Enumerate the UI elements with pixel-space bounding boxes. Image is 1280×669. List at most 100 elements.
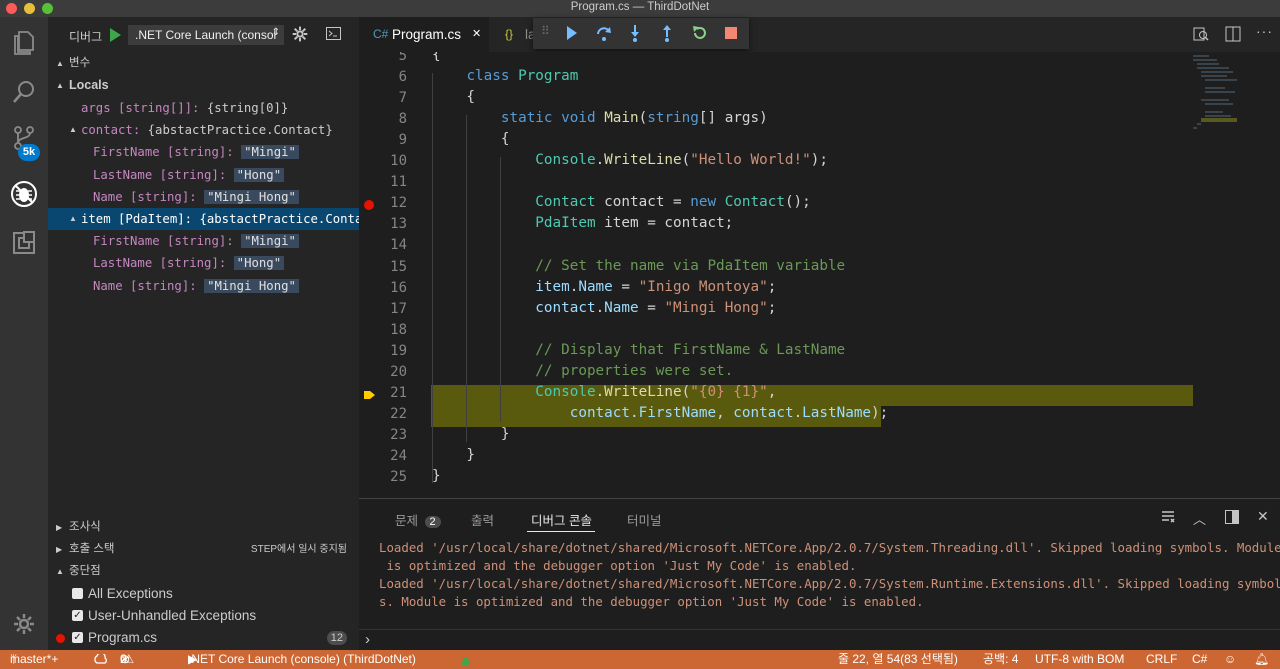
locals-scope-label: Locals bbox=[69, 78, 109, 92]
line-number: 13 bbox=[390, 216, 407, 233]
watch-section-header[interactable]: ▶ 조사식 bbox=[48, 517, 359, 538]
collapsed-caret-icon: ▶ bbox=[56, 523, 63, 532]
variable-value: {string[0]} bbox=[206, 101, 289, 115]
minimap[interactable] bbox=[1189, 52, 1249, 142]
variable-row[interactable]: args [string[]]: {string[0]} bbox=[48, 97, 359, 119]
tab-output[interactable]: 출력 bbox=[471, 510, 494, 529]
breakpoint-row[interactable]: ✓ Program.cs 12 bbox=[48, 627, 359, 649]
eol-status[interactable]: CRLF bbox=[1146, 650, 1177, 669]
line-number: 14 bbox=[390, 237, 407, 254]
close-panel-icon[interactable]: ✕ bbox=[1257, 508, 1269, 525]
stop-icon[interactable] bbox=[725, 27, 737, 42]
indentation-status[interactable]: 공백: 4 bbox=[983, 650, 1018, 669]
callstack-section-header[interactable]: ▶ 호출 스택 STEP에서 일시 중지됨 bbox=[48, 539, 359, 560]
open-changes-icon[interactable] bbox=[1193, 26, 1209, 45]
drag-handle-icon[interactable]: ⠿ bbox=[541, 24, 550, 38]
console-input-row[interactable]: › bbox=[359, 629, 1280, 651]
code-line: // Display that FirstName & LastName bbox=[535, 341, 846, 358]
tab-program-cs[interactable]: C# Program.cs ✕ bbox=[359, 17, 489, 52]
breakpoint-line-badge: 12 bbox=[326, 631, 347, 646]
breakpoint-row[interactable]: All Exceptions bbox=[48, 583, 359, 605]
tab-problems[interactable]: 문제 2 bbox=[395, 510, 441, 529]
variables-section-header[interactable]: ▲ 변수 bbox=[48, 53, 359, 74]
expanded-caret-icon[interactable]: ▲ bbox=[69, 119, 77, 141]
step-over-icon[interactable] bbox=[595, 24, 613, 45]
code-line: PdaItem item = contact; bbox=[535, 215, 734, 232]
active-tab-underline bbox=[527, 531, 595, 532]
variable-row[interactable]: LastName [string]: "Hong" bbox=[48, 252, 359, 274]
variable-row[interactable]: Name [string]: "Mingi Hong" bbox=[48, 275, 359, 297]
launch-config-select[interactable]: .NET Core Launch (consol ⇕ bbox=[128, 25, 284, 45]
continue-icon[interactable] bbox=[565, 24, 579, 45]
debug-action-toolbar: ⠿ bbox=[533, 18, 749, 49]
variable-value: {abstactPractice.Contact} bbox=[147, 123, 333, 138]
settings-gear-icon[interactable] bbox=[9, 609, 39, 639]
variable-value: "Hong" bbox=[233, 167, 285, 182]
extensions-icon[interactable] bbox=[9, 228, 39, 258]
variable-row[interactable]: ▲ contact: {abstactPractice.Contact} bbox=[48, 119, 359, 141]
breakpoints-section-header[interactable]: ▲ 중단점 bbox=[48, 561, 359, 582]
tab-terminal[interactable]: 터미널 bbox=[627, 510, 662, 529]
console-output-line: Loaded '/usr/local/share/dotnet/shared/M… bbox=[379, 576, 1280, 591]
start-debugging-button[interactable] bbox=[108, 25, 126, 45]
language-mode[interactable]: C# bbox=[1192, 650, 1207, 669]
expanded-caret-icon[interactable]: ▲ bbox=[69, 208, 77, 230]
variable-name: args [string[]]: bbox=[81, 101, 200, 115]
step-into-icon[interactable] bbox=[627, 24, 643, 45]
expanded-caret-icon: ▲ bbox=[56, 59, 64, 68]
code-line: { bbox=[432, 52, 441, 63]
code-line: { bbox=[432, 131, 510, 148]
split-editor-icon[interactable] bbox=[1225, 26, 1241, 45]
breakpoint-dot-icon bbox=[56, 634, 65, 644]
restart-icon[interactable] bbox=[691, 24, 709, 45]
variable-row[interactable]: FirstName [string]: "Mingi" bbox=[48, 230, 359, 252]
step-out-icon[interactable] bbox=[659, 24, 675, 45]
clear-console-icon[interactable] bbox=[1161, 510, 1175, 527]
variable-name: item [PdaItem]: bbox=[81, 212, 193, 226]
code-line: // properties were set. bbox=[535, 362, 734, 379]
variable-row[interactable]: Name [string]: "Mingi Hong" bbox=[48, 186, 359, 208]
breakpoint-checkbox[interactable]: ✓ bbox=[72, 632, 83, 644]
feedback-smiley-icon[interactable]: ☺ bbox=[1224, 650, 1236, 669]
current-execution-arrow-icon bbox=[364, 389, 376, 404]
variable-name: LastName [string]: bbox=[93, 167, 227, 182]
bottom-panel: 문제 2 출력 디버그 콘솔 터미널 ︿ ✕ Loaded '/usr/loca… bbox=[359, 498, 1280, 650]
code-line: } bbox=[432, 468, 441, 484]
variable-name: Name [string]: bbox=[93, 189, 197, 204]
notifications-bell-icon[interactable]: 🔔︎ bbox=[1254, 650, 1269, 669]
variable-row[interactable]: FirstName [string]: "Mingi" bbox=[48, 141, 359, 163]
breakpoint-checkbox[interactable]: ✓ bbox=[72, 610, 83, 622]
breakpoint-row[interactable]: ✓ User-Unhandled Exceptions bbox=[48, 605, 359, 627]
launch-name: .NET Core Launch (console) (ThirdDotNet) bbox=[188, 652, 416, 666]
variable-value: "Hong" bbox=[233, 256, 285, 271]
search-icon[interactable] bbox=[9, 77, 39, 107]
more-actions-icon[interactable]: ··· bbox=[1256, 23, 1273, 39]
code-line: item.Name = "Inigo Montoya"; bbox=[535, 278, 777, 295]
warning-count: 2 bbox=[120, 652, 127, 666]
code-editor[interactable]: 5 {6 class Program 7 {8 static void Main(s… bbox=[359, 52, 1280, 498]
locals-scope-row[interactable]: ▲ Locals bbox=[48, 75, 359, 96]
code-line: } bbox=[432, 446, 476, 463]
debug-label: 디버그 bbox=[69, 30, 103, 44]
console-output-line: s. Module is optimized and the debugger … bbox=[379, 594, 924, 609]
debug-icon[interactable] bbox=[9, 179, 39, 209]
tab-label: Program.cs bbox=[392, 27, 462, 42]
line-number: 19 bbox=[390, 342, 407, 359]
line-number: 6 bbox=[398, 69, 407, 86]
cursor-position[interactable]: 줄 22, 열 54(83 선택됨) bbox=[838, 650, 958, 669]
encoding-status[interactable]: UTF-8 with BOM bbox=[1035, 650, 1124, 669]
debug-config-gear-icon[interactable] bbox=[292, 26, 308, 45]
explorer-icon[interactable] bbox=[9, 27, 39, 57]
variable-row[interactable]: ▲ item [PdaItem]: {abstactPractice.Contac… bbox=[48, 208, 385, 230]
variable-row[interactable]: LastName [string]: "Hong" bbox=[48, 164, 359, 186]
sync-icon[interactable] bbox=[94, 650, 108, 669]
code-line: contact.FirstName, contact.LastName); bbox=[569, 404, 889, 421]
console-prompt-chevron-icon: › bbox=[365, 631, 370, 648]
breakpoint-checkbox[interactable] bbox=[72, 588, 83, 599]
maximize-panel-chevron-up-icon[interactable]: ︿ bbox=[1193, 509, 1206, 528]
open-console-icon[interactable] bbox=[326, 27, 341, 43]
omnisharp-flame-icon[interactable] bbox=[460, 654, 471, 669]
close-tab-icon[interactable]: ✕ bbox=[472, 17, 481, 52]
toggle-panel-icon[interactable] bbox=[1225, 510, 1239, 527]
tab-debug-console[interactable]: 디버그 콘솔 bbox=[531, 510, 592, 529]
